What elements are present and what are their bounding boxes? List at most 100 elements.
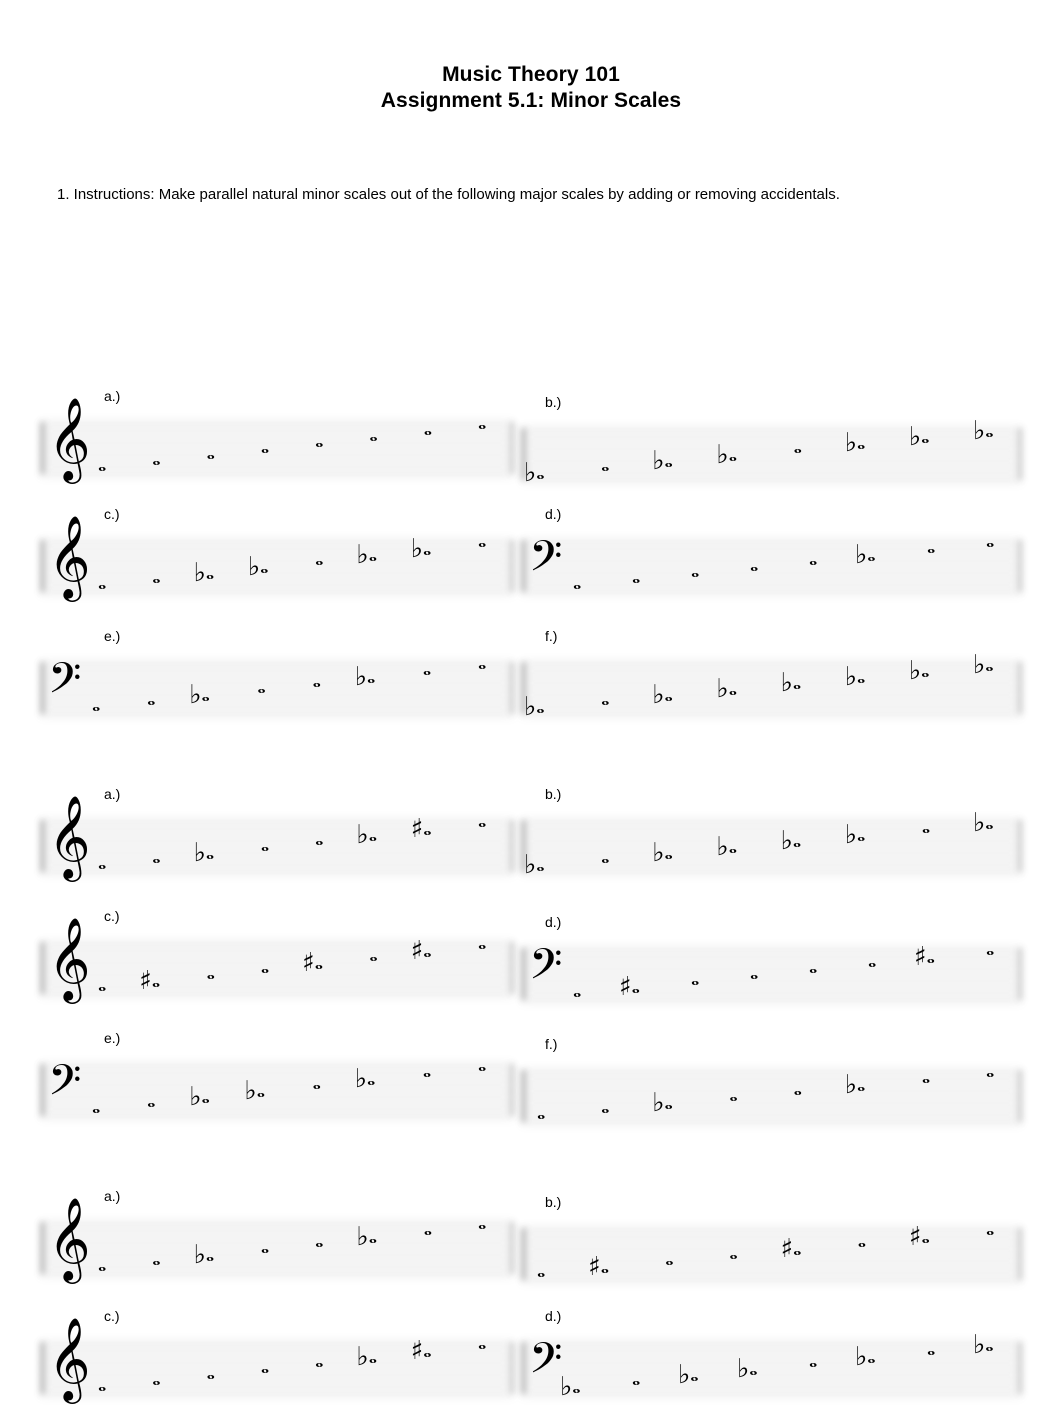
note-natural[interactable]: 𝅝 xyxy=(478,412,486,433)
note-natural[interactable]: 𝅝 xyxy=(147,688,155,709)
note-flat[interactable]: ♭𝅝 xyxy=(716,676,737,702)
note-sharp[interactable]: ♯𝅝 xyxy=(619,974,640,1000)
note-natural[interactable]: 𝅝 xyxy=(750,554,758,575)
exercise-staff[interactable]: f.) 𝅝 𝅝 ♭𝅝 𝅝 𝅝 ♭𝅝 𝅝 𝅝 xyxy=(522,1036,1021,1156)
note-natural[interactable]: 𝅝 xyxy=(152,1248,160,1269)
note-flat[interactable]: ♭𝅝 xyxy=(973,810,994,836)
note-flat[interactable]: ♭𝅝 xyxy=(781,670,802,696)
note-flat[interactable]: ♭𝅝 xyxy=(845,822,866,848)
exercise-staff[interactable]: d.) 𝄢 𝅝 𝅝 𝅝 𝅝 𝅝 ♭𝅝 𝅝 𝅝 xyxy=(522,506,1021,626)
note-natural[interactable]: 𝅝 xyxy=(257,676,265,697)
note-natural[interactable]: 𝅝 xyxy=(261,436,269,457)
note-natural[interactable]: 𝅝 xyxy=(794,436,802,457)
note-natural[interactable]: 𝅝 xyxy=(537,1260,545,1281)
note-natural[interactable]: 𝅝 xyxy=(315,430,323,451)
note-natural[interactable]: 𝅝 xyxy=(794,1078,802,1099)
note-natural[interactable]: 𝅝 xyxy=(922,1066,930,1087)
note-sharp[interactable]: ♯𝅝 xyxy=(909,1224,930,1250)
note-flat[interactable]: ♭𝅝 xyxy=(678,1362,699,1388)
note-natural[interactable]: 𝅝 xyxy=(152,846,160,867)
note-natural[interactable]: 𝅝 xyxy=(478,1332,486,1353)
note-flat[interactable]: ♭𝅝 xyxy=(909,658,930,684)
note-flat[interactable]: ♭𝅝 xyxy=(909,424,930,450)
note-flat[interactable]: ♭𝅝 xyxy=(411,536,432,562)
note-natural[interactable]: 𝅝 xyxy=(809,1350,817,1371)
note-flat[interactable]: ♭𝅝 xyxy=(524,694,545,720)
note-natural[interactable]: 𝅝 xyxy=(601,1096,609,1117)
note-natural[interactable]: 𝅝 xyxy=(261,956,269,977)
note-flat[interactable]: ♭𝅝 xyxy=(244,1078,265,1104)
note-sharp[interactable]: ♯𝅝 xyxy=(302,950,323,976)
note-sharp[interactable]: ♯𝅝 xyxy=(914,944,935,970)
note-natural[interactable]: 𝅝 xyxy=(152,1368,160,1389)
note-natural[interactable]: 𝅝 xyxy=(750,962,758,983)
note-natural[interactable]: 𝅝 xyxy=(98,852,106,873)
note-flat[interactable]: ♭𝅝 xyxy=(194,560,215,586)
note-flat[interactable]: ♭𝅝 xyxy=(973,418,994,444)
note-natural[interactable]: 𝅝 xyxy=(573,980,581,1001)
note-flat[interactable]: ♭𝅝 xyxy=(356,542,377,568)
exercise-staff[interactable]: b.) 𝅝 ♯𝅝 𝅝 𝅝 ♯𝅝 𝅝 ♯𝅝 𝅝 xyxy=(522,1194,1021,1314)
exercise-staff[interactable]: c.) 𝄞 𝅝 ♯𝅝 𝅝 𝅝 ♯𝅝 𝅝 ♯𝅝 𝅝 xyxy=(41,908,513,1028)
note-sharp[interactable]: ♯𝅝 xyxy=(411,816,432,842)
note-sharp[interactable]: ♯𝅝 xyxy=(781,1236,802,1262)
note-natural[interactable]: 𝅝 xyxy=(147,1090,155,1111)
note-natural[interactable]: 𝅝 xyxy=(858,1230,866,1251)
note-flat[interactable]: ♭𝅝 xyxy=(973,1332,994,1358)
note-natural[interactable]: 𝅝 xyxy=(478,1054,486,1075)
note-flat[interactable]: ♭𝅝 xyxy=(781,828,802,854)
note-flat[interactable]: ♭𝅝 xyxy=(355,664,376,690)
note-flat[interactable]: ♭𝅝 xyxy=(560,1374,581,1400)
note-natural[interactable]: 𝅝 xyxy=(478,530,486,551)
note-sharp[interactable]: ♯𝅝 xyxy=(139,968,160,994)
note-natural[interactable]: 𝅝 xyxy=(601,846,609,867)
note-flat[interactable]: ♭𝅝 xyxy=(716,442,737,468)
note-natural[interactable]: 𝅝 xyxy=(313,670,321,691)
note-natural[interactable]: 𝅝 xyxy=(98,1374,106,1395)
note-natural[interactable]: 𝅝 xyxy=(207,962,215,983)
note-natural[interactable]: 𝅝 xyxy=(537,1102,545,1123)
note-natural[interactable]: 𝅝 xyxy=(92,694,100,715)
exercise-staff[interactable]: e.) 𝄢 𝅝 𝅝 ♭𝅝 ♭𝅝 𝅝 ♭𝅝 𝅝 𝅝 xyxy=(41,1030,513,1150)
note-flat[interactable]: ♭𝅝 xyxy=(845,664,866,690)
note-natural[interactable]: 𝅝 xyxy=(98,572,106,593)
note-flat[interactable]: ♭𝅝 xyxy=(524,460,545,486)
exercise-staff[interactable]: f.) ♭𝅝 𝅝 ♭𝅝 ♭𝅝 ♭𝅝 ♭𝅝 ♭𝅝 ♭𝅝 xyxy=(522,628,1021,748)
note-natural[interactable]: 𝅝 xyxy=(313,1072,321,1093)
note-natural[interactable]: 𝅝 xyxy=(986,530,994,551)
note-flat[interactable]: ♭𝅝 xyxy=(716,834,737,860)
note-natural[interactable]: 𝅝 xyxy=(261,1356,269,1377)
note-natural[interactable]: 𝅝 xyxy=(665,1248,673,1269)
note-natural[interactable]: 𝅝 xyxy=(98,454,106,475)
note-natural[interactable]: 𝅝 xyxy=(986,1060,994,1081)
exercise-staff[interactable]: a.) 𝄞 𝅝 𝅝 ♭𝅝 𝅝 𝅝 ♭𝅝 ♯𝅝 𝅝 xyxy=(41,786,513,906)
note-natural[interactable]: 𝅝 xyxy=(632,1368,640,1389)
note-natural[interactable]: 𝅝 xyxy=(315,1350,323,1371)
note-natural[interactable]: 𝅝 xyxy=(369,424,377,445)
note-flat[interactable]: ♭𝅝 xyxy=(248,554,269,580)
note-flat[interactable]: ♭𝅝 xyxy=(652,840,673,866)
note-natural[interactable]: 𝅝 xyxy=(922,816,930,837)
note-natural[interactable]: 𝅝 xyxy=(152,448,160,469)
note-natural[interactable]: 𝅝 xyxy=(691,968,699,989)
note-flat[interactable]: ♭𝅝 xyxy=(189,682,210,708)
note-natural[interactable]: 𝅝 xyxy=(927,536,935,557)
note-natural[interactable]: 𝅝 xyxy=(207,442,215,463)
note-natural[interactable]: 𝅝 xyxy=(98,1254,106,1275)
note-flat[interactable]: ♭𝅝 xyxy=(356,1224,377,1250)
note-natural[interactable]: 𝅝 xyxy=(315,548,323,569)
note-natural[interactable]: 𝅝 xyxy=(92,1096,100,1117)
note-flat[interactable]: ♭𝅝 xyxy=(194,1242,215,1268)
note-natural[interactable]: 𝅝 xyxy=(424,418,432,439)
note-sharp[interactable]: ♯𝅝 xyxy=(588,1254,609,1280)
note-flat[interactable]: ♭𝅝 xyxy=(652,448,673,474)
note-sharp[interactable]: ♯𝅝 xyxy=(411,1338,432,1364)
exercise-staff[interactable]: b.) ♭𝅝 𝅝 ♭𝅝 ♭𝅝 𝅝 ♭𝅝 ♭𝅝 ♭𝅝 xyxy=(522,394,1021,514)
note-flat[interactable]: ♭𝅝 xyxy=(973,652,994,678)
note-flat[interactable]: ♭𝅝 xyxy=(524,852,545,878)
note-natural[interactable]: 𝅝 xyxy=(986,938,994,959)
note-flat[interactable]: ♭𝅝 xyxy=(194,840,215,866)
exercise-staff[interactable]: a.) 𝄞 𝅝 𝅝 ♭𝅝 𝅝 𝅝 ♭𝅝 𝅝 𝅝 xyxy=(41,1188,513,1308)
note-natural[interactable]: 𝅝 xyxy=(261,1236,269,1257)
note-natural[interactable]: 𝅝 xyxy=(601,454,609,475)
